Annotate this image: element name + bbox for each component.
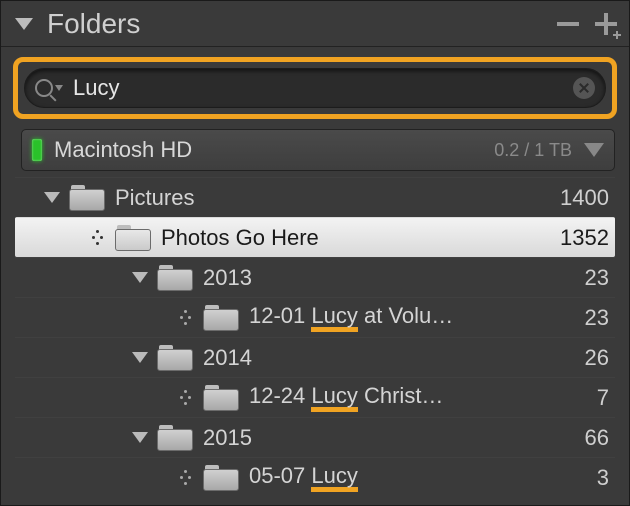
folder-label: 2013 (203, 265, 575, 291)
folder-count: 66 (575, 425, 615, 451)
volume-menu-icon[interactable] (584, 143, 604, 157)
folder-row-photos-go-here[interactable]: Photos Go Here 1352 (15, 217, 615, 257)
folder-count: 26 (575, 345, 615, 371)
panel-title: Folders (47, 8, 557, 40)
search-input[interactable]: Lucy (73, 75, 573, 101)
folder-icon (115, 225, 151, 251)
search-hit: Lucy (311, 465, 357, 492)
panel-header: Folders (1, 1, 629, 47)
folder-icon (157, 265, 193, 291)
disclosure-icon[interactable] (127, 432, 153, 443)
volume-bar[interactable]: Macintosh HD 0.2 / 1 TB (21, 129, 615, 171)
folder-count: 3 (587, 465, 615, 491)
search-highlight-box: Lucy (13, 57, 617, 119)
volume-name: Macintosh HD (54, 137, 494, 163)
disclosure-icon[interactable] (39, 192, 65, 203)
folder-search-field[interactable]: Lucy (24, 68, 606, 108)
folder-count: 23 (575, 265, 615, 291)
search-icon[interactable] (35, 79, 63, 97)
disclosure-icon[interactable] (127, 272, 153, 283)
folder-row-pictures[interactable]: Pictures 1400 (15, 177, 615, 217)
volume-status-icon (32, 139, 42, 161)
folder-label: 12-01 Lucy at Volu… (249, 303, 575, 332)
folder-count: 23 (575, 305, 615, 331)
folder-label: Photos Go Here (161, 225, 550, 251)
panel-disclosure-icon[interactable] (15, 18, 33, 30)
search-hit: Lucy (311, 305, 357, 332)
folder-row-2014-lucy[interactable]: 12-24 Lucy Christ… 7 (15, 377, 615, 417)
volume-capacity: 0.2 / 1 TB (494, 140, 572, 161)
folder-icon (157, 345, 193, 371)
disclosure-icon[interactable] (173, 390, 199, 406)
clear-search-icon[interactable] (573, 77, 595, 99)
folder-row-2013-lucy[interactable]: 12-01 Lucy at Volu… 23 (15, 297, 615, 337)
folder-icon (203, 465, 239, 491)
folders-panel: Folders Lucy Macintosh HD 0.2 / 1 TB Pic… (0, 0, 630, 506)
folder-label: 2015 (203, 425, 575, 451)
disclosure-icon[interactable] (173, 310, 199, 326)
folder-label: Pictures (115, 185, 550, 211)
remove-folder-icon[interactable] (557, 22, 579, 26)
add-folder-icon[interactable] (595, 13, 617, 35)
folder-icon (203, 385, 239, 411)
folder-icon (69, 185, 105, 211)
folder-row-2015[interactable]: 2015 66 (15, 417, 615, 457)
folder-tree: Pictures 1400 Photos Go Here 1352 2013 2… (15, 177, 615, 497)
folder-count: 1352 (550, 225, 615, 251)
folder-label: 05-07 Lucy (249, 463, 587, 492)
folder-label: 12-24 Lucy Christ… (249, 383, 587, 412)
disclosure-icon[interactable] (85, 230, 111, 246)
folder-row-2013[interactable]: 2013 23 (15, 257, 615, 297)
folder-icon (203, 305, 239, 331)
disclosure-icon[interactable] (127, 352, 153, 363)
disclosure-icon[interactable] (173, 470, 199, 486)
folder-count: 7 (587, 385, 615, 411)
folder-icon (157, 425, 193, 451)
folder-row-2014[interactable]: 2014 26 (15, 337, 615, 377)
folder-count: 1400 (550, 185, 615, 211)
folder-label: 2014 (203, 345, 575, 371)
search-hit: Lucy (311, 385, 357, 412)
folder-row-2015-lucy[interactable]: 05-07 Lucy 3 (15, 457, 615, 497)
